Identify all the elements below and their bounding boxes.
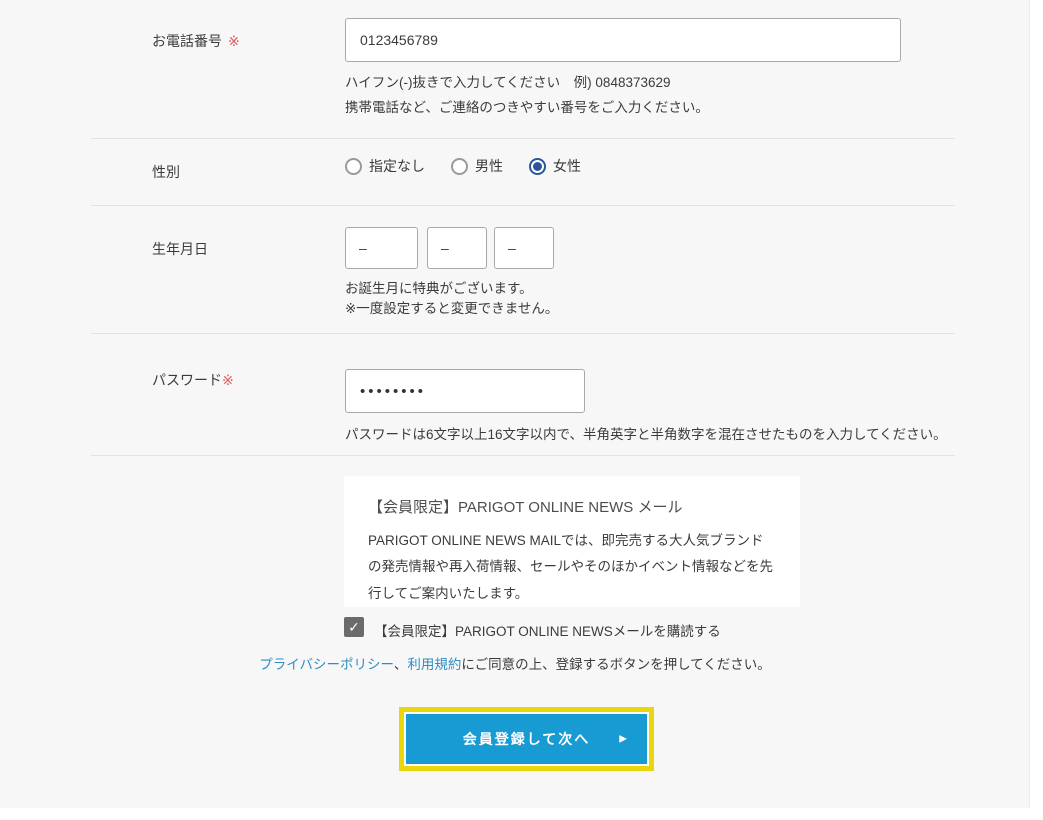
- arrow-right-icon: ▶: [619, 734, 627, 745]
- birth-year-select[interactable]: –: [345, 227, 418, 269]
- phone-label: お電話番号 ※: [152, 31, 240, 51]
- row-divider: [91, 333, 955, 334]
- birth-day-select[interactable]: –: [494, 227, 554, 269]
- radio-circle-icon: [451, 158, 468, 175]
- gender-option-label: 指定なし: [369, 156, 425, 176]
- row-divider: [91, 455, 955, 456]
- newsletter-title: 【会員限定】PARIGOT ONLINE NEWS メール: [368, 496, 776, 517]
- agreement-text: プライバシーポリシー、利用規約にご同意の上、登録するボタンを押してください。: [0, 653, 1030, 673]
- radio-dot-icon: [533, 162, 542, 171]
- password-label: パスワード※: [152, 370, 234, 390]
- gender-option-label: 男性: [475, 156, 503, 176]
- gender-radio-0[interactable]: 指定なし: [345, 156, 425, 176]
- click-highlight-annotation: 会員登録して次へ ▶: [399, 707, 654, 771]
- privacy-policy-link[interactable]: プライバシーポリシー: [259, 657, 394, 672]
- password-input[interactable]: ••••••••: [345, 369, 585, 413]
- register-submit-button[interactable]: 会員登録して次へ ▶: [406, 714, 647, 764]
- row-divider: [91, 138, 955, 139]
- register-submit-label: 会員登録して次へ: [463, 729, 591, 749]
- phone-required-mark: ※: [228, 33, 240, 49]
- newsletter-checkbox[interactable]: ✓: [344, 617, 364, 637]
- radio-circle-icon: [529, 158, 546, 175]
- birthday-label: 生年月日: [152, 239, 208, 259]
- radio-circle-icon: [345, 158, 362, 175]
- birth-month-select[interactable]: –: [427, 227, 487, 269]
- password-required-mark: ※: [222, 372, 234, 388]
- birthday-help-line1: お誕生月に特典がございます。: [345, 277, 533, 297]
- phone-input[interactable]: [345, 18, 901, 62]
- phone-label-text: お電話番号: [152, 33, 222, 49]
- newsletter-description: PARIGOT ONLINE NEWS MAILでは、即完売する大人気ブランドの…: [368, 528, 776, 607]
- gender-radio-2[interactable]: 女性: [529, 156, 581, 176]
- agreement-suffix: にご同意の上、登録するボタンを押してください。: [461, 657, 770, 672]
- terms-link[interactable]: 利用規約: [407, 657, 461, 672]
- gender-radio-1[interactable]: 男性: [451, 156, 503, 176]
- newsletter-checkbox-label: 【会員限定】PARIGOT ONLINE NEWSメールを購読する: [374, 617, 721, 640]
- gender-label: 性別: [152, 162, 180, 182]
- gender-option-label: 女性: [553, 156, 581, 176]
- checkmark-icon: ✓: [348, 620, 360, 634]
- gender-radio-group: 指定なし 男性 女性: [345, 156, 607, 176]
- registration-form-page: お電話番号※ ハイフン(-)抜きで入力してください 例) 0848373629 …: [0, 0, 1043, 820]
- password-label-text: パスワード: [152, 372, 222, 388]
- newsletter-info-box: 【会員限定】PARIGOT ONLINE NEWS メール PARIGOT ON…: [344, 476, 800, 607]
- row-divider: [91, 205, 955, 206]
- password-help: パスワードは6文字以上16文字以内で、半角英字と半角数字を混在させたものを入力し…: [345, 423, 947, 443]
- phone-help-line2: 携帯電話など、ご連絡のつきやすい番号をご入力ください。: [345, 96, 709, 116]
- birthday-help-line2: ※一度設定すると変更できません。: [345, 297, 558, 317]
- phone-help-line1: ハイフン(-)抜きで入力してください 例) 0848373629: [345, 71, 671, 91]
- newsletter-subscribe-row: ✓ 【会員限定】PARIGOT ONLINE NEWSメールを購読する: [344, 617, 721, 640]
- button-gap: 会員登録して次へ ▶: [404, 712, 649, 766]
- agreement-separator: 、: [394, 657, 408, 672]
